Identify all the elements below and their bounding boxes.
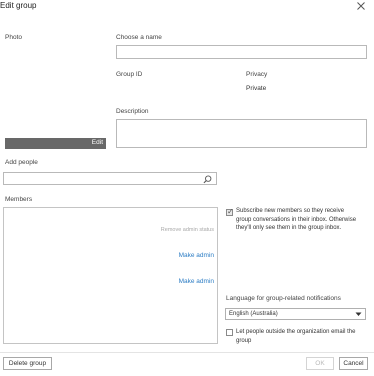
members-list[interactable]: Remove admin status Make admin Make admi… — [3, 207, 218, 344]
members-label: Members — [5, 196, 33, 203]
footer-divider — [0, 352, 374, 353]
close-icon[interactable] — [355, 0, 367, 12]
search-icon[interactable] — [203, 175, 212, 184]
ok-button[interactable]: OK — [306, 357, 334, 370]
description-textarea[interactable] — [116, 119, 367, 148]
outside-email-line: Let people outside the organization emai… — [236, 329, 356, 335]
checkmark-icon: ✓ — [227, 207, 234, 216]
language-select[interactable]: English (Australia) — [225, 308, 366, 320]
dialog-title: Edit group — [0, 1, 37, 10]
subscribe-line: they'll only see them in the group inbox… — [236, 225, 342, 231]
description-label: Description — [116, 108, 149, 115]
remove-admin-status-link[interactable]: Remove admin status — [161, 227, 214, 233]
outside-email-text: Let people outside the organization emai… — [236, 328, 355, 345]
privacy-value: Private — [246, 85, 267, 92]
cancel-button[interactable]: Cancel — [339, 357, 368, 370]
photo-label: Photo — [5, 34, 22, 41]
make-admin-link[interactable]: Make admin — [179, 252, 214, 259]
subscribe-text: Subscribe new members so they receive gr… — [236, 207, 356, 233]
name-label: Choose a name — [116, 34, 162, 41]
language-label: Language for group-related notifications — [226, 295, 341, 302]
subscribe-checkbox[interactable]: ✓ — [226, 207, 234, 216]
outside-email-line: group — [236, 337, 252, 344]
privacy-label: Privacy — [246, 71, 268, 78]
subscribe-line: Subscribe new members so they receive — [236, 208, 345, 214]
photo-edit-button[interactable]: Edit — [92, 139, 103, 146]
outside-email-checkbox[interactable] — [226, 329, 233, 336]
delete-group-button[interactable]: Delete group — [3, 357, 52, 370]
photo-edit-bar[interactable]: Edit — [5, 138, 106, 149]
language-selected: English (Australia) — [229, 311, 278, 317]
subscribe-line: group conversations in their inbox. Othe… — [236, 216, 357, 223]
make-admin-link[interactable]: Make admin — [179, 278, 214, 285]
add-people-input[interactable] — [3, 172, 217, 185]
chevron-down-icon — [355, 312, 362, 316]
group-id-label: Group ID — [116, 71, 143, 78]
add-people-label: Add people — [5, 159, 38, 166]
name-input[interactable] — [116, 45, 367, 59]
